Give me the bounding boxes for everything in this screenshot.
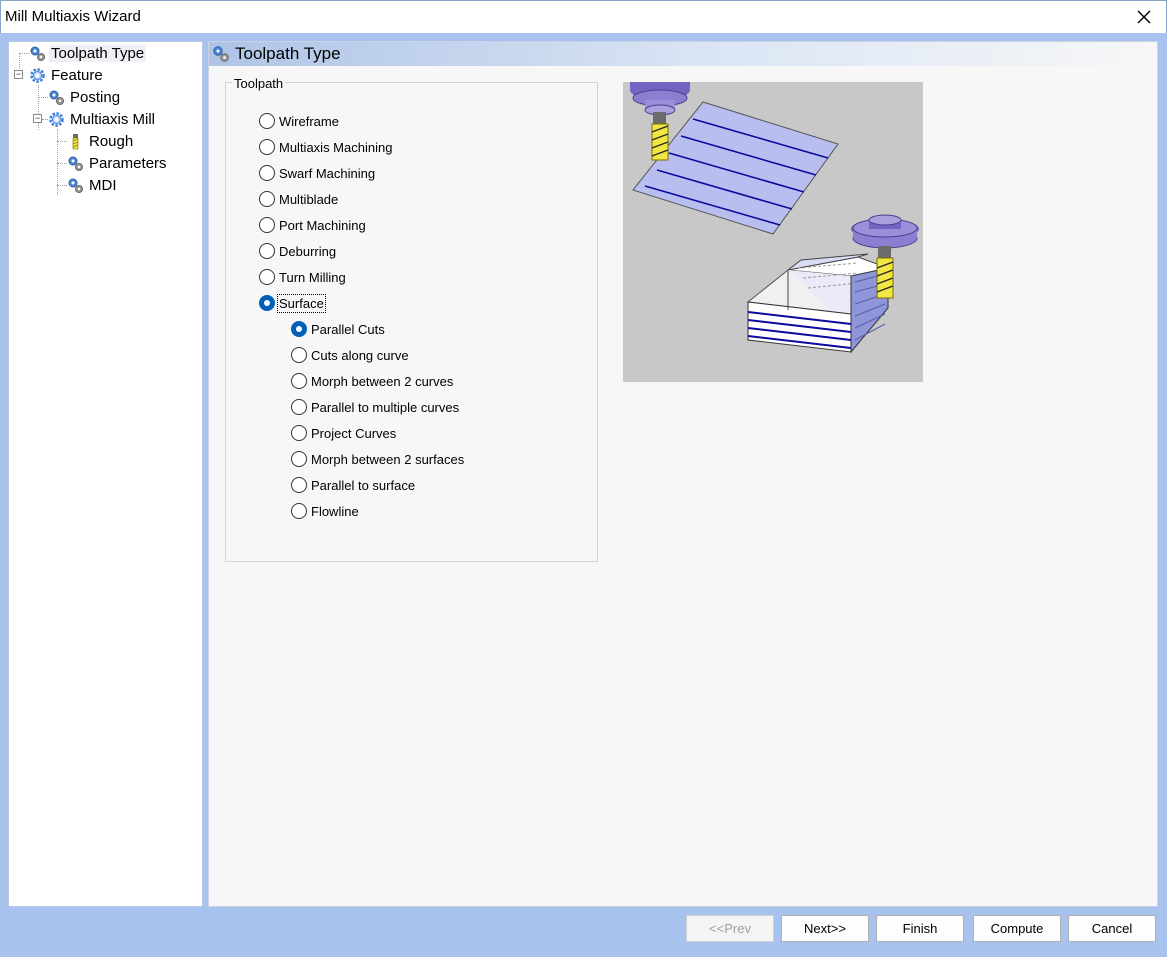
- radio-label: Parallel Cuts: [311, 321, 385, 337]
- window-title: Mill Multiaxis Wizard: [5, 8, 141, 25]
- cancel-button[interactable]: Cancel: [1068, 915, 1156, 942]
- next-button[interactable]: Next>>: [781, 915, 869, 942]
- radio-cuts-along-curve[interactable]: Cuts along curve: [291, 347, 409, 363]
- radio-parallel-to-surface[interactable]: Parallel to surface: [291, 477, 415, 493]
- radio-parallel-cuts[interactable]: Parallel Cuts: [291, 321, 385, 337]
- tree-item-label: Posting: [70, 88, 121, 106]
- tree-connector: [38, 85, 39, 130]
- radio-morph-between-2-curves[interactable]: Morph between 2 curves: [291, 373, 453, 389]
- radio-label: Turn Milling: [279, 269, 346, 285]
- tree-item-feature[interactable]: Feature: [29, 65, 105, 85]
- tree-item-posting[interactable]: Posting: [48, 87, 122, 107]
- radio-circle[interactable]: [291, 373, 307, 389]
- radio-parallel-to-multiple-curves[interactable]: Parallel to multiple curves: [291, 399, 459, 415]
- radio-circle[interactable]: [291, 425, 307, 441]
- radio-label: Parallel to multiple curves: [311, 399, 460, 415]
- radio-multiaxis-machining[interactable]: Multiaxis Machining: [259, 139, 392, 155]
- prev-button[interactable]: <<Prev: [686, 915, 774, 942]
- toolpath-group: Toolpath Wireframe Multiaxis Machining S…: [225, 76, 598, 562]
- collapse-feature-icon[interactable]: −: [14, 70, 23, 79]
- page-header: Toolpath Type: [209, 42, 1157, 66]
- radio-multiblade[interactable]: Multiblade: [259, 191, 338, 207]
- radio-circle[interactable]: [291, 399, 307, 415]
- radio-surface[interactable]: Surface: [259, 293, 326, 313]
- radio-circle[interactable]: [291, 321, 307, 337]
- tree-item-toolpath-type[interactable]: Toolpath Type: [29, 43, 147, 63]
- gear-icon: [30, 67, 45, 83]
- gear-pair-icon: [213, 46, 229, 62]
- radio-deburring[interactable]: Deburring: [259, 243, 336, 259]
- radio-circle[interactable]: [259, 139, 275, 155]
- radio-label: Flowline: [311, 503, 359, 519]
- close-button[interactable]: [1132, 5, 1156, 29]
- title-bar: Mill Multiaxis Wizard: [0, 0, 1167, 33]
- tree-connector: [19, 53, 29, 54]
- radio-label: Morph between 2 curves: [311, 373, 454, 389]
- tree-item-multiaxis-mill[interactable]: Multiaxis Mill: [48, 109, 157, 129]
- compute-button[interactable]: Compute: [973, 915, 1061, 942]
- radio-project-curves[interactable]: Project Curves: [291, 425, 396, 441]
- tree-connector: [57, 141, 67, 142]
- tree-connector: [57, 163, 67, 164]
- tree-item-parameters[interactable]: Parameters: [67, 153, 169, 173]
- tree-connector: [57, 185, 67, 186]
- radio-circle[interactable]: [259, 217, 275, 233]
- page-title: Toolpath Type: [235, 44, 341, 63]
- tree-item-label: Parameters: [89, 154, 167, 172]
- gear-pair-icon: [68, 178, 83, 193]
- radio-port-machining[interactable]: Port Machining: [259, 217, 366, 233]
- radio-label: Deburring: [279, 243, 337, 259]
- radio-label: Project Curves: [311, 425, 397, 441]
- tree-item-label: Rough: [89, 132, 134, 150]
- parallel-cuts-illustration: [630, 82, 919, 354]
- tree-item-label: Multiaxis Mill: [70, 110, 156, 128]
- wizard-tree: − − Toolpath Type Feature Posting Multia…: [8, 41, 203, 907]
- gear-pair-icon: [30, 46, 45, 61]
- toolpath-group-legend: Toolpath: [232, 76, 286, 91]
- collapse-multiaxis-mill-icon[interactable]: −: [33, 114, 42, 123]
- radio-circle[interactable]: [291, 503, 307, 519]
- radio-circle[interactable]: [291, 347, 307, 363]
- radio-swarf-machining[interactable]: Swarf Machining: [259, 165, 375, 181]
- radio-label: Surface: [277, 293, 326, 313]
- gear-pair-icon: [49, 90, 64, 105]
- tree-connector: [38, 97, 48, 98]
- radio-circle[interactable]: [259, 269, 275, 285]
- content-panel: Toolpath Type Toolpath Wireframe Multiax…: [208, 41, 1158, 907]
- radio-label: Cuts along curve: [311, 347, 409, 363]
- radio-circle[interactable]: [259, 295, 275, 311]
- tree-item-label: MDI: [89, 176, 117, 194]
- tree-item-label: Feature: [51, 66, 103, 84]
- radio-label: Multiaxis Machining: [279, 139, 393, 155]
- radio-circle[interactable]: [259, 165, 275, 181]
- radio-label: Port Machining: [279, 217, 366, 233]
- radio-wireframe[interactable]: Wireframe: [259, 113, 339, 129]
- mill-tool-icon: [72, 133, 79, 149]
- radio-turn-milling[interactable]: Turn Milling: [259, 269, 346, 285]
- gear-icon: [49, 111, 64, 127]
- radio-label: Morph between 2 surfaces: [311, 451, 465, 467]
- radio-circle[interactable]: [259, 243, 275, 259]
- radio-label: Parallel to surface: [311, 477, 416, 493]
- finish-button[interactable]: Finish: [876, 915, 964, 942]
- radio-morph-between-2-surfaces[interactable]: Morph between 2 surfaces: [291, 451, 464, 467]
- tree-item-rough[interactable]: Rough: [67, 131, 135, 151]
- tree-item-label: Toolpath Type: [49, 44, 147, 62]
- radio-circle[interactable]: [291, 451, 307, 467]
- tree-item-mdi[interactable]: MDI: [67, 175, 119, 195]
- dialog-frame: − − Toolpath Type Feature Posting Multia…: [0, 33, 1167, 957]
- radio-circle[interactable]: [291, 477, 307, 493]
- gear-pair-icon: [68, 156, 83, 171]
- radio-label: Wireframe: [279, 113, 339, 129]
- radio-flowline[interactable]: Flowline: [291, 503, 359, 519]
- close-icon: [1137, 10, 1151, 24]
- radio-circle[interactable]: [259, 191, 275, 207]
- toolpath-preview-image: [623, 82, 923, 382]
- radio-label: Swarf Machining: [279, 165, 376, 181]
- radio-circle[interactable]: [259, 113, 275, 129]
- radio-label: Multiblade: [279, 191, 339, 207]
